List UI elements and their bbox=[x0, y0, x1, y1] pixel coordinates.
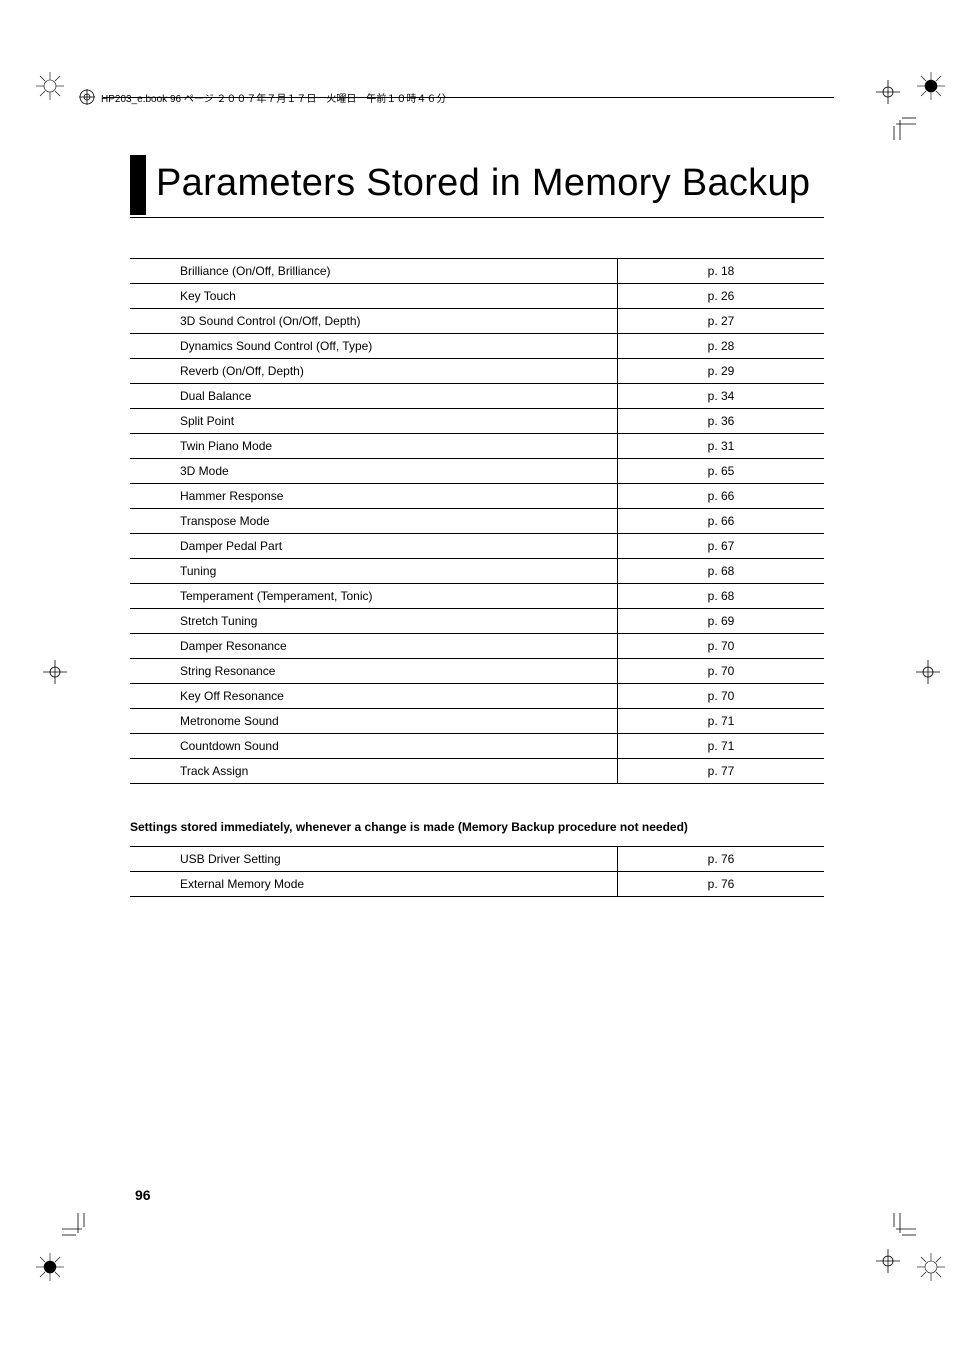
table-row: External Memory Modep. 76 bbox=[130, 871, 824, 896]
section-heading-immediate: Settings stored immediately, whenever a … bbox=[130, 820, 824, 834]
parameter-name-cell: Reverb (On/Off, Depth) bbox=[130, 358, 618, 383]
parameter-name-cell: USB Driver Setting bbox=[130, 846, 618, 871]
parameter-name-cell: Temperament (Temperament, Tonic) bbox=[130, 583, 618, 608]
parameter-name-cell: Tuning bbox=[130, 558, 618, 583]
parameter-page-cell: p. 70 bbox=[618, 683, 825, 708]
table-row: 3D Sound Control (On/Off, Depth)p. 27 bbox=[130, 308, 824, 333]
table-row: Damper Pedal Partp. 67 bbox=[130, 533, 824, 558]
parameter-page-cell: p. 66 bbox=[618, 508, 825, 533]
parameter-name-cell: 3D Sound Control (On/Off, Depth) bbox=[130, 308, 618, 333]
parameter-page-cell: p. 71 bbox=[618, 733, 825, 758]
parameter-page-cell: p. 65 bbox=[618, 458, 825, 483]
table-row: Dual Balancep. 34 bbox=[130, 383, 824, 408]
parameter-page-cell: p. 34 bbox=[618, 383, 825, 408]
parameter-name-cell: Twin Piano Mode bbox=[130, 433, 618, 458]
table-row: Transpose Modep. 66 bbox=[130, 508, 824, 533]
table-row: String Resonancep. 70 bbox=[130, 658, 824, 683]
corner-graphic-tl bbox=[36, 72, 64, 100]
corner-graphic-br bbox=[917, 1253, 945, 1281]
page-title: Parameters Stored in Memory Backup bbox=[156, 155, 810, 215]
parameter-page-cell: p. 26 bbox=[618, 283, 825, 308]
header-filename-line: HP203_e.book 96 ページ ２００７年７月１７日 火曜日 午前１０時… bbox=[79, 89, 446, 105]
parameter-name-cell: Brilliance (On/Off, Brilliance) bbox=[130, 258, 618, 283]
table-row: Stretch Tuningp. 69 bbox=[130, 608, 824, 633]
parameter-page-cell: p. 71 bbox=[618, 708, 825, 733]
table-row: Dynamics Sound Control (Off, Type)p. 28 bbox=[130, 333, 824, 358]
parameter-name-cell: Damper Pedal Part bbox=[130, 533, 618, 558]
header-ring-icon bbox=[79, 89, 95, 105]
parameter-page-cell: p. 70 bbox=[618, 658, 825, 683]
parameter-name-cell: String Resonance bbox=[130, 658, 618, 683]
immediate-settings-table: USB Driver Settingp. 76External Memory M… bbox=[130, 846, 824, 897]
parameter-name-cell: External Memory Mode bbox=[130, 871, 618, 896]
reg-mark-mid-left bbox=[43, 660, 67, 684]
table-row: Temperament (Temperament, Tonic)p. 68 bbox=[130, 583, 824, 608]
parameter-name-cell: Countdown Sound bbox=[130, 733, 618, 758]
parameter-name-cell: Metronome Sound bbox=[130, 708, 618, 733]
parameter-page-cell: p. 36 bbox=[618, 408, 825, 433]
table-row: Brilliance (On/Off, Brilliance)p. 18 bbox=[130, 258, 824, 283]
parameter-name-cell: Key Touch bbox=[130, 283, 618, 308]
title-underline bbox=[130, 217, 824, 218]
crop-mark-br bbox=[886, 1213, 916, 1243]
table-row: Key Off Resonancep. 70 bbox=[130, 683, 824, 708]
parameter-page-cell: p. 68 bbox=[618, 583, 825, 608]
table-row: Hammer Responsep. 66 bbox=[130, 483, 824, 508]
parameter-page-cell: p. 66 bbox=[618, 483, 825, 508]
title-black-bar bbox=[130, 155, 146, 215]
page-number: 96 bbox=[135, 1187, 151, 1203]
corner-graphic-bl bbox=[36, 1253, 64, 1281]
table-row: Damper Resonancep. 70 bbox=[130, 633, 824, 658]
parameter-name-cell: Split Point bbox=[130, 408, 618, 433]
parameter-page-cell: p. 28 bbox=[618, 333, 825, 358]
parameter-page-cell: p. 31 bbox=[618, 433, 825, 458]
page-title-row: Parameters Stored in Memory Backup bbox=[130, 155, 824, 215]
table-row: Twin Piano Modep. 31 bbox=[130, 433, 824, 458]
parameter-name-cell: Dynamics Sound Control (Off, Type) bbox=[130, 333, 618, 358]
parameter-page-cell: p. 77 bbox=[618, 758, 825, 783]
parameter-page-cell: p. 68 bbox=[618, 558, 825, 583]
table-row: Split Pointp. 36 bbox=[130, 408, 824, 433]
reg-mark-top-right bbox=[876, 80, 900, 104]
crop-mark-bl bbox=[62, 1213, 92, 1243]
parameter-name-cell: Dual Balance bbox=[130, 383, 618, 408]
table-row: Countdown Soundp. 71 bbox=[130, 733, 824, 758]
parameter-name-cell: Track Assign bbox=[130, 758, 618, 783]
table-row: Track Assignp. 77 bbox=[130, 758, 824, 783]
parameter-page-cell: p. 70 bbox=[618, 633, 825, 658]
reg-mark-bottom-right bbox=[876, 1249, 900, 1273]
crop-mark-tr bbox=[886, 110, 916, 140]
parameter-page-cell: p. 76 bbox=[618, 871, 825, 896]
parameter-name-cell: Damper Resonance bbox=[130, 633, 618, 658]
parameter-name-cell: Transpose Mode bbox=[130, 508, 618, 533]
parameter-page-cell: p. 76 bbox=[618, 846, 825, 871]
table-row: 3D Modep. 65 bbox=[130, 458, 824, 483]
parameter-page-cell: p. 69 bbox=[618, 608, 825, 633]
parameter-page-cell: p. 18 bbox=[618, 258, 825, 283]
parameter-page-cell: p. 29 bbox=[618, 358, 825, 383]
table-row: USB Driver Settingp. 76 bbox=[130, 846, 824, 871]
table-row: Reverb (On/Off, Depth)p. 29 bbox=[130, 358, 824, 383]
parameter-page-cell: p. 67 bbox=[618, 533, 825, 558]
reg-mark-mid-right bbox=[916, 660, 940, 684]
parameter-name-cell: Hammer Response bbox=[130, 483, 618, 508]
parameter-page-cell: p. 27 bbox=[618, 308, 825, 333]
parameters-table: Brilliance (On/Off, Brilliance)p. 18Key … bbox=[130, 258, 824, 784]
corner-graphic-tr bbox=[917, 72, 945, 100]
table-row: Metronome Soundp. 71 bbox=[130, 708, 824, 733]
table-row: Tuningp. 68 bbox=[130, 558, 824, 583]
header-filename-text: HP203_e.book 96 ページ ２００７年７月１７日 火曜日 午前１０時… bbox=[101, 90, 446, 105]
parameter-name-cell: Key Off Resonance bbox=[130, 683, 618, 708]
parameter-name-cell: 3D Mode bbox=[130, 458, 618, 483]
parameter-name-cell: Stretch Tuning bbox=[130, 608, 618, 633]
table-row: Key Touchp. 26 bbox=[130, 283, 824, 308]
